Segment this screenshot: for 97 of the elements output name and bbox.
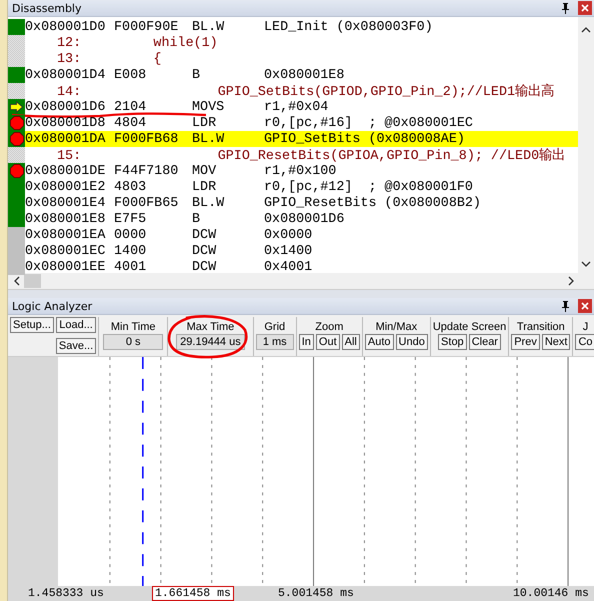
opcode-text: E008	[114, 68, 148, 82]
scrollbar-thumb[interactable]	[24, 274, 41, 288]
panel-title: Logic Analyzer	[12, 300, 94, 312]
operand-text: 0x1400	[264, 244, 312, 258]
opcode-text: 2104	[114, 100, 148, 114]
toolbar-button[interactable]: Co	[575, 334, 594, 350]
operand-text: r0,[pc,#12] ; @0x080001F0	[264, 180, 473, 194]
scroll-right-icon[interactable]	[568, 276, 574, 286]
gutter-marker	[8, 147, 25, 163]
address-text: 0x080001D8	[25, 116, 106, 130]
source-code-line: 14: GPIO_SetBits(GPIOD,GPIO_Pin_2);//LED1输出高	[56, 82, 554, 100]
readout-value: 1 ms	[256, 334, 294, 350]
group-label: Transition	[516, 320, 565, 334]
opcode-text: E7F5	[114, 212, 148, 226]
scroll-up-icon[interactable]	[581, 27, 591, 33]
address-text: 0x080001DA	[25, 132, 106, 146]
operand-text: 0x080001E8	[264, 68, 344, 82]
readout-label: Max Time	[186, 320, 234, 334]
time-axis-label: 1.661458 ms	[152, 586, 234, 601]
readout-label: Grid	[264, 320, 286, 334]
mnemonic-text: BL.W	[192, 196, 226, 210]
opcode-text: 4804	[114, 116, 148, 130]
mnemonic-text: MOVS	[192, 100, 226, 114]
operand-text: r1,#0x04	[264, 100, 328, 114]
address-text: 0x080001D4	[25, 68, 106, 82]
horizontal-scrollbar[interactable]	[8, 273, 594, 290]
opcode-text: 1400	[114, 244, 148, 258]
mnemonic-text: DCW	[192, 228, 218, 242]
operand-text: LED_Init (0x080003F0)	[264, 20, 433, 34]
operand-text: 0x4001	[264, 260, 312, 274]
toolbar-button[interactable]: Auto	[364, 334, 394, 350]
toolbar-button[interactable]: Clear	[468, 334, 501, 350]
address-text: 0x080001D6	[25, 100, 106, 114]
mnemonic-text: DCW	[192, 244, 218, 258]
scroll-left-icon[interactable]	[14, 276, 20, 286]
address-text: 0x080001EE	[25, 260, 106, 274]
mnemonic-text: DCW	[192, 260, 218, 274]
pin-icon[interactable]	[561, 2, 570, 14]
opcode-text: F000FB68	[114, 132, 180, 146]
opcode-text: F000F90E	[114, 20, 180, 34]
gutter-marker	[8, 35, 25, 51]
readout-value: 29.19444 us	[176, 334, 245, 350]
address-text: 0x080001EC	[25, 244, 106, 258]
operand-text: 0x0000	[264, 228, 312, 242]
toolbar-button[interactable]: Undo	[396, 334, 428, 350]
close-icon[interactable]	[578, 299, 592, 313]
group-label: Min/Max	[376, 320, 418, 334]
gutter-marker	[8, 83, 25, 99]
mnemonic-text: BL.W	[192, 132, 226, 146]
time-axis-label: 5.001458 ms	[278, 587, 354, 600]
toolbar-button[interactable]: In	[298, 334, 314, 350]
toolbar-button[interactable]: Setup...	[10, 317, 54, 333]
source-code-line: 13: {	[56, 52, 162, 66]
readout-label: Min Time	[110, 320, 156, 334]
toolbar-button[interactable]: Next	[542, 334, 570, 350]
operand-text: r1,#0x100	[264, 164, 336, 178]
mnemonic-text: LDR	[192, 116, 218, 130]
group-label: Zoom	[315, 320, 344, 334]
opcode-text: 0000	[114, 228, 148, 242]
time-axis-label: 1.458333 us	[28, 587, 104, 600]
address-text: 0x080001DE	[25, 164, 106, 178]
source-code-line: 15: GPIO_ResetBits(GPIOA,GPIO_Pin_8); //LED0输出	[56, 146, 566, 164]
opcode-text: 4001	[114, 260, 148, 274]
scroll-down-icon[interactable]	[581, 261, 591, 267]
group-label: J	[582, 320, 588, 334]
address-text: 0x080001E2	[25, 180, 106, 194]
source-code-line: 12: while(1)	[56, 36, 218, 50]
pin-icon[interactable]	[561, 300, 570, 312]
toolbar-button[interactable]: Save...	[56, 338, 96, 354]
mnemonic-text: B	[192, 68, 202, 82]
toolbar-button[interactable]: Out	[316, 334, 340, 350]
panel-title: Disassembly	[12, 2, 82, 14]
gutter-marker	[8, 51, 25, 67]
address-text: 0x080001E4	[25, 196, 106, 210]
mnemonic-text: MOV	[192, 164, 218, 178]
opcode-text: 4803	[114, 180, 148, 194]
operand-text: GPIO_ResetBits (0x080008B2)	[264, 196, 481, 210]
address-text: 0x080001E8	[25, 212, 106, 226]
toolbar-button[interactable]: Load...	[56, 317, 96, 333]
opcode-text: F44F7180	[114, 164, 180, 178]
time-axis-label: 10.00146 ms	[513, 587, 589, 600]
toolbar-button[interactable]: Stop	[438, 334, 467, 350]
mnemonic-text: BL.W	[192, 20, 226, 34]
opcode-text: F000FB65	[114, 196, 180, 210]
address-text: 0x080001D0	[25, 20, 106, 34]
vertical-scrollbar[interactable]	[578, 17, 594, 273]
group-label: Update Screen	[432, 320, 506, 334]
address-text: 0x080001EA	[25, 228, 106, 242]
close-icon[interactable]	[578, 1, 592, 15]
operand-text: r0,[pc,#16] ; @0x080001EC	[264, 116, 473, 130]
readout-value: 0 s	[103, 334, 164, 350]
mnemonic-text: LDR	[192, 180, 218, 194]
toolbar-button[interactable]: Prev	[511, 334, 540, 350]
mnemonic-text: B	[192, 212, 202, 226]
operand-text: 0x080001D6	[264, 212, 344, 226]
toolbar-button[interactable]: All	[342, 334, 360, 350]
operand-text: GPIO_SetBits (0x080008AE)	[264, 132, 465, 146]
